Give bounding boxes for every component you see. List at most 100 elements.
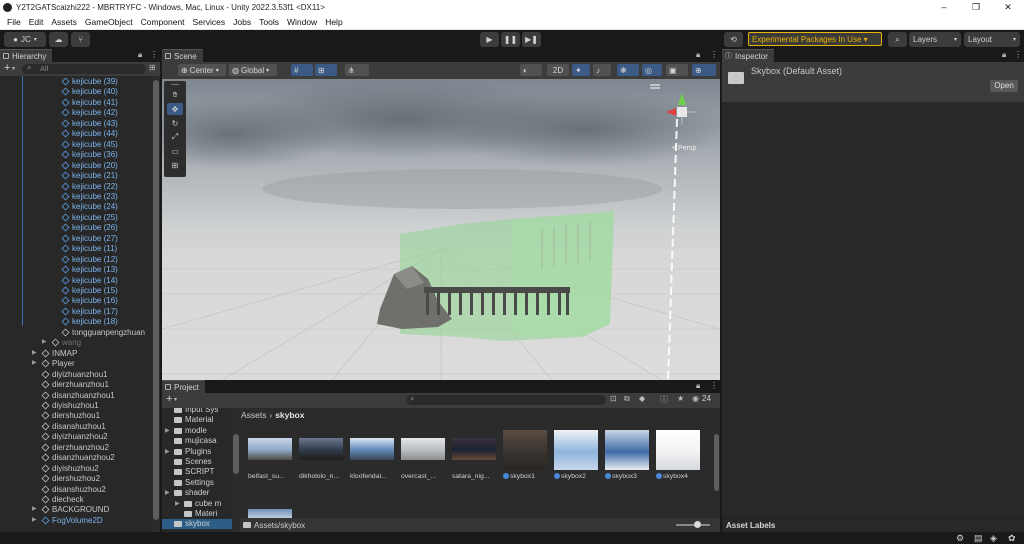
persp-label[interactable]: < Persp (672, 145, 696, 152)
hierarchy-item[interactable]: diyishuzhou2 (0, 463, 152, 474)
hierarchy-item[interactable]: ▶ FogVolume2D (0, 515, 152, 526)
layers-status-icon[interactable]: ▤ (974, 533, 983, 544)
menu-jobs[interactable]: Jobs (229, 17, 255, 27)
expand-arrow-icon[interactable]: ▶ (32, 515, 37, 526)
layout-dropdown[interactable]: Layout ▾ (964, 32, 1020, 47)
open-button[interactable]: Open (990, 80, 1018, 92)
hierarchy-item[interactable]: diecheck (0, 494, 152, 505)
tree-scrollbar[interactable] (232, 408, 240, 532)
lock-icon[interactable]: 🔒︎ (1002, 50, 1006, 60)
hierarchy-item[interactable]: diyishuzhou1 (0, 400, 152, 411)
menu-services[interactable]: Services (189, 17, 230, 27)
play-button[interactable]: ▶ (480, 32, 499, 47)
expand-arrow-icon[interactable]: ▶ (165, 426, 170, 436)
snap-settings-button[interactable]: ⋔ (345, 64, 369, 76)
hierarchy-item[interactable]: ▶ wang (0, 337, 152, 348)
menu-tools[interactable]: Tools (255, 17, 283, 27)
asset-labels-section[interactable]: Asset Labels (722, 518, 1024, 532)
project-folder-item[interactable]: skybox (162, 519, 232, 530)
hierarchy-search-input[interactable]: ⌕ All (22, 63, 146, 74)
hierarchy-item[interactable]: diershuzhou1 (0, 410, 152, 421)
expand-arrow-icon[interactable]: ▶ (165, 447, 170, 457)
menu-help[interactable]: Help (321, 17, 346, 27)
warning-icon[interactable]: ⓘ (660, 394, 668, 405)
lock-icon[interactable]: 🔒︎ (696, 381, 700, 391)
expand-arrow-icon[interactable]: ▶ (165, 488, 170, 498)
project-folder-item[interactable]: ▶ Plugins (162, 447, 232, 457)
layers-dropdown[interactable]: Layers ▾ (909, 32, 961, 47)
camera-dropdown[interactable]: ▣ (666, 64, 688, 76)
breadcrumb-assets[interactable]: Assets (241, 410, 267, 420)
assets-scrollbar[interactable] (713, 430, 720, 495)
label-icon[interactable]: ◆ (639, 394, 645, 403)
add-icon[interactable]: + (166, 393, 172, 405)
expand-arrow-icon[interactable]: ▶ (32, 504, 37, 515)
panel-menu-icon[interactable]: ⋮ (150, 50, 158, 59)
menu-file[interactable]: File (3, 17, 25, 27)
lock-icon[interactable]: 🔒︎ (696, 50, 700, 60)
hierarchy-item[interactable]: ▶ BACKGROUND (0, 504, 152, 515)
project-folder-item[interactable]: SCRIPT (162, 467, 232, 477)
project-folder-item[interactable]: ▶ shader (162, 488, 232, 498)
hierarchy-item[interactable]: disanshuzhou1 (0, 421, 152, 432)
step-button[interactable]: ▶❚ (522, 32, 541, 47)
pivot-dropdown[interactable]: ⊕ Center ▾ (178, 64, 226, 76)
expand-arrow-icon[interactable]: ▶ (175, 499, 180, 509)
hierarchy-item[interactable]: disanzhuanzhou1 (0, 390, 152, 401)
chevron-down-icon[interactable]: ▾ (12, 65, 15, 72)
zoom-slider[interactable] (676, 521, 710, 528)
project-folder-item[interactable]: Scenes (162, 457, 232, 467)
hierarchy-item[interactable]: diyizhuanzhou2 (0, 431, 152, 442)
tab-project[interactable]: Project (162, 380, 205, 393)
minimize-button[interactable]: – (928, 2, 960, 13)
hierarchy-item[interactable]: ▶ Player (0, 358, 152, 369)
space-dropdown[interactable]: ◍ Global ▾ (229, 64, 277, 76)
experimental-packages-dropdown[interactable]: Experimental Packages In Use ▾ (748, 32, 882, 46)
hierarchy-item[interactable]: tongguanpengzhuan (0, 327, 152, 338)
2d-toggle[interactable]: 2D (547, 64, 569, 76)
rect-tool-icon[interactable]: ▭ (167, 145, 183, 157)
project-folder-item[interactable]: Materi (162, 509, 232, 519)
pause-button[interactable]: ❚❚ (501, 32, 520, 47)
expand-arrow-icon[interactable]: ▶ (42, 337, 47, 348)
favorite-star-icon[interactable]: ★ (677, 394, 684, 403)
breadcrumb-skybox[interactable]: skybox (275, 410, 304, 420)
project-folder-item[interactable]: Material (162, 415, 232, 425)
project-folder-item[interactable]: Settings (162, 478, 232, 488)
tab-hierarchy[interactable]: Hierarchy (0, 49, 53, 62)
close-button[interactable]: ✕ (992, 2, 1024, 13)
add-icon[interactable]: + (4, 62, 10, 74)
hierarchy-item[interactable]: dierzhuanzhou2 (0, 442, 152, 453)
hierarchy-scrollbar[interactable] (152, 76, 160, 532)
scale-tool-icon[interactable]: ⤢ (167, 131, 183, 143)
chevron-down-icon[interactable]: ▾ (174, 396, 177, 403)
hierarchy-item[interactable]: diershuzhou2 (0, 473, 152, 484)
menu-assets[interactable]: Assets (47, 17, 81, 27)
graphics-debug-icon[interactable]: ⚙ (956, 533, 964, 544)
panel-menu-icon[interactable]: ⋮ (710, 50, 718, 59)
effects-dropdown[interactable]: ❋ (617, 64, 639, 76)
project-folder-item[interactable]: ▶ modle (162, 426, 232, 436)
menu-component[interactable]: Component (137, 17, 189, 27)
menu-window[interactable]: Window (283, 17, 321, 27)
tab-scene[interactable]: Scene (162, 49, 203, 62)
hand-tool-icon[interactable]: ✋︎ (167, 89, 183, 101)
menu-edit[interactable]: Edit (25, 17, 48, 27)
notification-icon[interactable]: ✿ (1008, 533, 1016, 544)
version-control-icon[interactable]: ⑂ (71, 32, 90, 47)
expand-arrow-icon[interactable]: ▶ (32, 358, 37, 369)
menu-gameobject[interactable]: GameObject (81, 17, 137, 27)
hierarchy-item[interactable]: disanzhuanzhou2 (0, 452, 152, 463)
maximize-button[interactable]: ❐ (960, 2, 992, 13)
hidden-objects-toggle[interactable]: ◎ (642, 64, 662, 76)
project-search-input[interactable]: ⌕ (406, 394, 606, 405)
lighting-toggle[interactable]: ✦ (572, 64, 590, 76)
panel-menu-icon[interactable]: ⋮ (710, 381, 718, 390)
search-by-type-icon[interactable]: ⊡ (610, 394, 617, 403)
panel-menu-icon[interactable]: ⋮ (1014, 50, 1022, 59)
transform-tool-icon[interactable]: ⊞ (167, 159, 183, 171)
tab-inspector[interactable]: ⓘ Inspector (722, 49, 774, 62)
search-icon[interactable]: ⌕ (888, 32, 907, 47)
lock-icon[interactable]: 🔒︎ (138, 50, 142, 60)
cloud-icon[interactable]: ☁ (49, 32, 68, 47)
